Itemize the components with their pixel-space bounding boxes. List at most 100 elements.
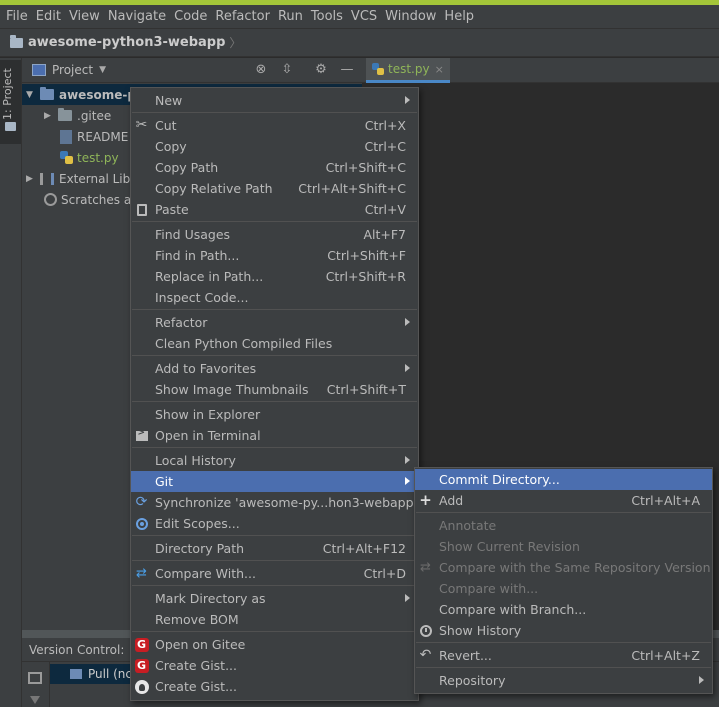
menu-item-new[interactable]: New xyxy=(131,90,418,111)
menu-item-find-in-path[interactable]: Find in Path... Ctrl+Shift+F xyxy=(131,245,418,266)
menu-run[interactable]: Run xyxy=(274,5,307,28)
menu-item-synchronize[interactable]: ⟳ Synchronize 'awesome-py...hon3-webapp' xyxy=(131,492,418,513)
menu-item-label: Create Gist... xyxy=(155,679,238,694)
terminal-icon xyxy=(135,428,148,441)
menu-tools[interactable]: Tools xyxy=(307,5,347,28)
menu-item-compare-with-branch[interactable]: Compare with Branch... xyxy=(415,599,712,620)
tree-item-label: awesome-p xyxy=(59,87,136,102)
minimize-icon[interactable]: — xyxy=(340,63,354,77)
menu-window[interactable]: Window xyxy=(381,5,440,28)
menu-edit[interactable]: Edit xyxy=(32,5,65,28)
menu-item-paste[interactable]: Paste Ctrl+V xyxy=(131,199,418,220)
menu-item-open-in-terminal[interactable]: Open in Terminal xyxy=(131,425,418,446)
triangle-down-icon[interactable]: ▼ xyxy=(26,90,36,100)
locate-icon[interactable]: ⊗ xyxy=(254,63,268,77)
menu-item-label: Revert... xyxy=(439,648,492,663)
menu-item-shortcut: Ctrl+Alt+A xyxy=(631,493,700,508)
tab-label: test.py xyxy=(388,62,430,76)
menu-item-copy-path[interactable]: Copy Path Ctrl+Shift+C xyxy=(131,157,418,178)
collapse-all-icon[interactable]: ⇳ xyxy=(280,63,294,77)
navigation-bar: awesome-python3-webapp 〉 xyxy=(0,28,719,57)
project-tool-label[interactable]: 1: Project xyxy=(1,60,14,120)
menu-item-open-on-gitee[interactable]: G Open on Gitee xyxy=(131,634,418,655)
menu-item-replace-in-path[interactable]: Replace in Path... Ctrl+Shift+R xyxy=(131,266,418,287)
triangle-right-icon[interactable]: ▶ xyxy=(44,111,54,121)
menu-item-cut[interactable]: ✂ Cut Ctrl+X xyxy=(131,115,418,136)
menu-item-label: Find Usages xyxy=(155,227,231,242)
menu-item-copy-relative-path[interactable]: Copy Relative Path Ctrl+Alt+Shift+C xyxy=(131,178,418,199)
clipboard-icon xyxy=(136,203,147,216)
tree-item-scratches[interactable]: Scratches an xyxy=(44,189,139,210)
version-control-title: Version Control: xyxy=(29,642,125,657)
submenu-arrow-icon xyxy=(405,318,410,326)
menu-item-inspect-code[interactable]: Inspect Code... xyxy=(131,287,418,308)
menu-item-label: Add to Favorites xyxy=(155,361,257,376)
menu-item-show-image-thumbnails[interactable]: Show Image Thumbnails Ctrl+Shift+T xyxy=(131,379,418,400)
menu-item-label: Remove BOM xyxy=(155,612,239,627)
folder-icon xyxy=(10,34,23,48)
menu-item-find-usages[interactable]: Find Usages Alt+F7 xyxy=(131,224,418,245)
menu-item-commit-directory[interactable]: Commit Directory... xyxy=(415,469,712,490)
menu-item-label: Commit Directory... xyxy=(439,472,560,487)
menu-item-label: Show Current Revision xyxy=(439,539,580,554)
menu-item-show-history[interactable]: Show History xyxy=(415,620,712,641)
tree-item-gitee[interactable]: ▶ .gitee xyxy=(44,105,111,126)
sync-icon: ⟳ xyxy=(135,494,148,510)
menu-code[interactable]: Code xyxy=(170,5,211,28)
tree-item-test-py[interactable]: test.py xyxy=(60,147,119,168)
menu-refactor[interactable]: Refactor xyxy=(211,5,274,28)
menu-item-repository[interactable]: Repository xyxy=(415,670,712,691)
menu-item-show-in-explorer[interactable]: Show in Explorer xyxy=(131,404,418,425)
menu-item-compare-with[interactable]: ⇄ Compare With... Ctrl+D xyxy=(131,563,418,584)
submenu-arrow-icon xyxy=(405,456,410,464)
python-file-icon xyxy=(60,151,73,164)
scope-icon xyxy=(135,517,148,530)
tree-item-readme[interactable]: README xyxy=(60,126,128,147)
project-view-selector[interactable]: Project xyxy=(52,63,93,77)
panel-layout-icon[interactable] xyxy=(28,672,42,684)
menu-item-label: Clean Python Compiled Files xyxy=(155,336,333,351)
menu-item-local-history[interactable]: Local History xyxy=(131,450,418,471)
menu-item-remove-bom[interactable]: Remove BOM xyxy=(131,609,418,630)
menu-item-git[interactable]: Git xyxy=(131,471,418,492)
tab-test-py[interactable]: test.py × xyxy=(366,58,450,83)
menu-item-label: New xyxy=(155,93,183,108)
menu-item-directory-path[interactable]: Directory Path Ctrl+Alt+F12 xyxy=(131,538,418,559)
menu-file[interactable]: File xyxy=(2,5,32,28)
menu-item-label: Compare with... xyxy=(439,581,539,596)
menu-item-revert[interactable]: ↶ Revert... Ctrl+Alt+Z xyxy=(415,645,712,666)
menu-item-create-gist-github[interactable]: Create Gist... xyxy=(131,676,418,697)
submenu-arrow-icon xyxy=(405,477,410,485)
breadcrumb-project[interactable]: awesome-python3-webapp xyxy=(28,35,225,50)
menu-separator xyxy=(132,355,417,356)
menu-item-add[interactable]: + Add Ctrl+Alt+A xyxy=(415,490,712,511)
menu-item-create-gist-gitee[interactable]: G Create Gist... xyxy=(131,655,418,676)
menu-item-copy[interactable]: Copy Ctrl+C xyxy=(131,136,418,157)
menu-item-mark-directory-as[interactable]: Mark Directory as xyxy=(131,588,418,609)
menu-vcs[interactable]: VCS xyxy=(347,5,381,28)
menu-item-edit-scopes[interactable]: Edit Scopes... xyxy=(131,513,418,534)
compare-icon: ⇄ xyxy=(420,560,431,575)
menu-item-label: Open on Gitee xyxy=(155,637,246,652)
menu-item-refactor[interactable]: Refactor xyxy=(131,312,418,333)
menu-item-add-to-favorites[interactable]: Add to Favorites xyxy=(131,358,418,379)
close-icon[interactable]: × xyxy=(435,63,444,76)
menu-item-label: Annotate xyxy=(439,518,497,533)
triangle-right-icon[interactable]: ▶ xyxy=(26,174,36,184)
menu-item-clean-python-compiled[interactable]: Clean Python Compiled Files xyxy=(131,333,418,354)
menu-item-label: Mark Directory as xyxy=(155,591,266,606)
menu-item-shortcut: Ctrl+X xyxy=(364,118,406,133)
tree-item-external-libraries[interactable]: ▶ External Libr xyxy=(26,168,135,189)
markdown-file-icon xyxy=(60,129,72,144)
menu-navigate[interactable]: Navigate xyxy=(104,5,170,28)
menu-help[interactable]: Help xyxy=(440,5,478,28)
terminal-icon-wrap xyxy=(134,428,149,443)
chevron-down-icon[interactable]: ▼ xyxy=(99,65,106,75)
gear-icon[interactable]: ⚙ xyxy=(314,63,328,77)
menu-item-label: Show Image Thumbnails xyxy=(155,382,309,397)
gitee-icon: G xyxy=(134,637,149,652)
menu-item-label: Inspect Code... xyxy=(155,290,249,305)
filter-icon[interactable] xyxy=(30,696,40,704)
clock-icon xyxy=(419,624,432,637)
menu-view[interactable]: View xyxy=(65,5,104,28)
